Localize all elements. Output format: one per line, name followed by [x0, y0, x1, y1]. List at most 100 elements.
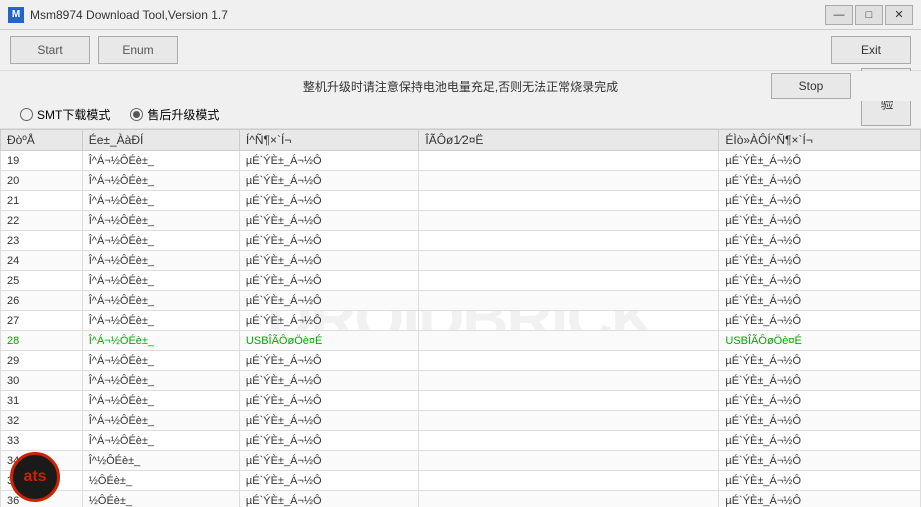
table-cell-7-3 [419, 291, 719, 311]
mode-row: SMT下载模式 售后升级模式 [0, 101, 921, 129]
table-cell-8-1: Î^Á¬½ÔÉè±_ [82, 311, 239, 331]
table-cell-1-4: µÉ`ÝÈ±_Á¬½Ô [719, 171, 921, 191]
col-type-header: Ée±_ÀàÐÍ [82, 130, 239, 151]
maximize-button[interactable]: □ [855, 5, 883, 25]
col-info-header: Í^Ñ¶×`Í¬ [239, 130, 418, 151]
table-row: 19Î^Á¬½ÔÉè±_µÉ`ÝÈ±_Á¬½ÔµÉ`ÝÈ±_Á¬½Ô [1, 151, 921, 171]
table-row: 23Î^Á¬½ÔÉè±_µÉ`ÝÈ±_Á¬½ÔµÉ`ÝÈ±_Á¬½Ô [1, 231, 921, 251]
table-cell-6-1: Î^Á¬½ÔÉè±_ [82, 271, 239, 291]
smt-mode-label: SMT下载模式 [37, 106, 110, 123]
table-cell-16-1: ½ÔÉè±_ [82, 471, 239, 491]
table-cell-12-2: µÉ`ÝÈ±_Á¬½Ô [239, 391, 418, 411]
table-cell-17-1: ½ÔÉè±_ [82, 491, 239, 507]
table-cell-1-2: µÉ`ÝÈ±_Á¬½Ô [239, 171, 418, 191]
table-cell-7-2: µÉ`ÝÈ±_Á¬½Ô [239, 291, 418, 311]
table-cell-13-4: µÉ`ÝÈ±_Á¬½Ô [719, 411, 921, 431]
table-cell-13-0: 32 [1, 411, 83, 431]
table-cell-9-4: USBÎÃÔøÖè¤É [719, 331, 921, 351]
table-cell-11-1: Î^Á¬½ÔÉè±_ [82, 371, 239, 391]
table-cell-12-1: Î^Á¬½ÔÉè±_ [82, 391, 239, 411]
table-cell-5-4: µÉ`ÝÈ±_Á¬½Ô [719, 251, 921, 271]
table-cell-11-4: µÉ`ÝÈ±_Á¬½Ô [719, 371, 921, 391]
table-cell-17-0: 36 [1, 491, 83, 507]
table-cell-6-3 [419, 271, 719, 291]
table-cell-1-3 [419, 171, 719, 191]
upgrade-mode-radio[interactable]: 售后升级模式 [130, 106, 219, 123]
table-cell-7-1: Î^Á¬½ÔÉè±_ [82, 291, 239, 311]
exit-button[interactable]: Exit [831, 36, 911, 64]
table-cell-5-3 [419, 251, 719, 271]
start-button[interactable]: Start [10, 36, 90, 64]
table-cell-15-4: µÉ`ÝÈ±_Á¬½Ô [719, 451, 921, 471]
upgrade-radio-circle [130, 108, 143, 121]
table-cell-10-1: Î^Á¬½ÔÉè±_ [82, 351, 239, 371]
table-cell-3-2: µÉ`ÝÈ±_Á¬½Ô [239, 211, 418, 231]
table-cell-16-4: µÉ`ÝÈ±_Á¬½Ô [719, 471, 921, 491]
table-row: 35½ÔÉè±_µÉ`ÝÈ±_Á¬½ÔµÉ`ÝÈ±_Á¬½Ô [1, 471, 921, 491]
table-cell-9-0: 28 [1, 331, 83, 351]
notice-row: 整机升级时请注意保持电池电量充足,否则无法正常烧录完成 Stop [0, 71, 921, 101]
table-cell-2-4: µÉ`ÝÈ±_Á¬½Ô [719, 191, 921, 211]
table-cell-0-2: µÉ`ÝÈ±_Á¬½Ô [239, 151, 418, 171]
table-cell-11-3 [419, 371, 719, 391]
table-cell-3-4: µÉ`ÝÈ±_Á¬½Ô [719, 211, 921, 231]
stop-button[interactable]: Stop [771, 73, 851, 99]
table-row: 31Î^Á¬½ÔÉè±_µÉ`ÝÈ±_Á¬½ÔµÉ`ÝÈ±_Á¬½Ô [1, 391, 921, 411]
toolbar: Start Enum Exit [0, 30, 921, 71]
upgrade-mode-label: 售后升级模式 [147, 106, 219, 123]
table-cell-1-1: Î^Á¬½ÔÉè±_ [82, 171, 239, 191]
table-cell-6-0: 25 [1, 271, 83, 291]
table-row: 33Î^Á¬½ÔÉè±_µÉ`ÝÈ±_Á¬½ÔµÉ`ÝÈ±_Á¬½Ô [1, 431, 921, 451]
table-cell-16-3 [419, 471, 719, 491]
table-cell-11-2: µÉ`ÝÈ±_Á¬½Ô [239, 371, 418, 391]
table-cell-12-0: 31 [1, 391, 83, 411]
table-row: 26Î^Á¬½ÔÉè±_µÉ`ÝÈ±_Á¬½ÔµÉ`ÝÈ±_Á¬½Ô [1, 291, 921, 311]
smt-radio-circle [20, 108, 33, 121]
table-cell-16-2: µÉ`ÝÈ±_Á¬½Ô [239, 471, 418, 491]
table-cell-8-0: 27 [1, 311, 83, 331]
data-table: ÐòºÅ Ée±_ÀàÐÍ Í^Ñ¶×`Í¬ ÎÃÔø1⁄2¤Ë ÉÌò»ÀÔÍ… [0, 129, 921, 507]
table-row: 24Î^Á¬½ÔÉè±_µÉ`ÝÈ±_Á¬½ÔµÉ`ÝÈ±_Á¬½Ô [1, 251, 921, 271]
table-cell-6-2: µÉ`ÝÈ±_Á¬½Ô [239, 271, 418, 291]
table-cell-7-0: 26 [1, 291, 83, 311]
table-cell-13-2: µÉ`ÝÈ±_Á¬½Ô [239, 411, 418, 431]
table-cell-9-1: Î^Á¬½ÔÉè±_ [82, 331, 239, 351]
table-cell-0-0: 19 [1, 151, 83, 171]
table-cell-14-3 [419, 431, 719, 451]
table-cell-1-0: 20 [1, 171, 83, 191]
table-cell-14-2: µÉ`ÝÈ±_Á¬½Ô [239, 431, 418, 451]
table-cell-10-4: µÉ`ÝÈ±_Á¬½Ô [719, 351, 921, 371]
table-row: 30Î^Á¬½ÔÉè±_µÉ`ÝÈ±_Á¬½ÔµÉ`ÝÈ±_Á¬½Ô [1, 371, 921, 391]
table-cell-17-4: µÉ`ÝÈ±_Á¬½Ô [719, 491, 921, 507]
table-container[interactable]: DROIDBRICK ÐòºÅ Ée±_ÀàÐÍ Í^Ñ¶×`Í¬ ÎÃÔø1⁄… [0, 129, 921, 507]
title-bar: M Msm8974 Download Tool,Version 1.7 — □ … [0, 0, 921, 30]
table-cell-4-3 [419, 231, 719, 251]
table-cell-0-3 [419, 151, 719, 171]
title-bar-left: M Msm8974 Download Tool,Version 1.7 [8, 7, 228, 23]
table-cell-2-3 [419, 191, 719, 211]
table-cell-8-3 [419, 311, 719, 331]
table-cell-5-2: µÉ`ÝÈ±_Á¬½Ô [239, 251, 418, 271]
table-cell-12-4: µÉ`ÝÈ±_Á¬½Ô [719, 391, 921, 411]
table-cell-5-1: Î^Á¬½ÔÉè±_ [82, 251, 239, 271]
table-cell-13-1: Î^Á¬½ÔÉè±_ [82, 411, 239, 431]
col-id-header: ÐòºÅ [1, 130, 83, 151]
table-cell-15-3 [419, 451, 719, 471]
minimize-button[interactable]: — [825, 5, 853, 25]
table-cell-16-0: 35 [1, 471, 83, 491]
table-cell-6-4: µÉ`ÝÈ±_Á¬½Ô [719, 271, 921, 291]
table-row: 29Î^Á¬½ÔÉè±_µÉ`ÝÈ±_Á¬½ÔµÉ`ÝÈ±_Á¬½Ô [1, 351, 921, 371]
title-text: Msm8974 Download Tool,Version 1.7 [30, 8, 228, 22]
table-cell-3-3 [419, 211, 719, 231]
smt-mode-radio[interactable]: SMT下载模式 [20, 106, 110, 123]
table-cell-8-2: µÉ`ÝÈ±_Á¬½Ô [239, 311, 418, 331]
table-row: 20Î^Á¬½ÔÉè±_µÉ`ÝÈ±_Á¬½ÔµÉ`ÝÈ±_Á¬½Ô [1, 171, 921, 191]
table-row: 34Î^½ÔÉè±_µÉ`ÝÈ±_Á¬½ÔµÉ`ÝÈ±_Á¬½Ô [1, 451, 921, 471]
close-button[interactable]: ✕ [885, 5, 913, 25]
table-row: 22Î^Á¬½ÔÉè±_µÉ`ÝÈ±_Á¬½ÔµÉ`ÝÈ±_Á¬½Ô [1, 211, 921, 231]
title-controls: — □ ✕ [825, 5, 913, 25]
table-cell-17-3 [419, 491, 719, 507]
table-cell-2-1: Î^Á¬½ÔÉè±_ [82, 191, 239, 211]
table-cell-3-1: Î^Á¬½ÔÉè±_ [82, 211, 239, 231]
enum-button[interactable]: Enum [98, 36, 178, 64]
